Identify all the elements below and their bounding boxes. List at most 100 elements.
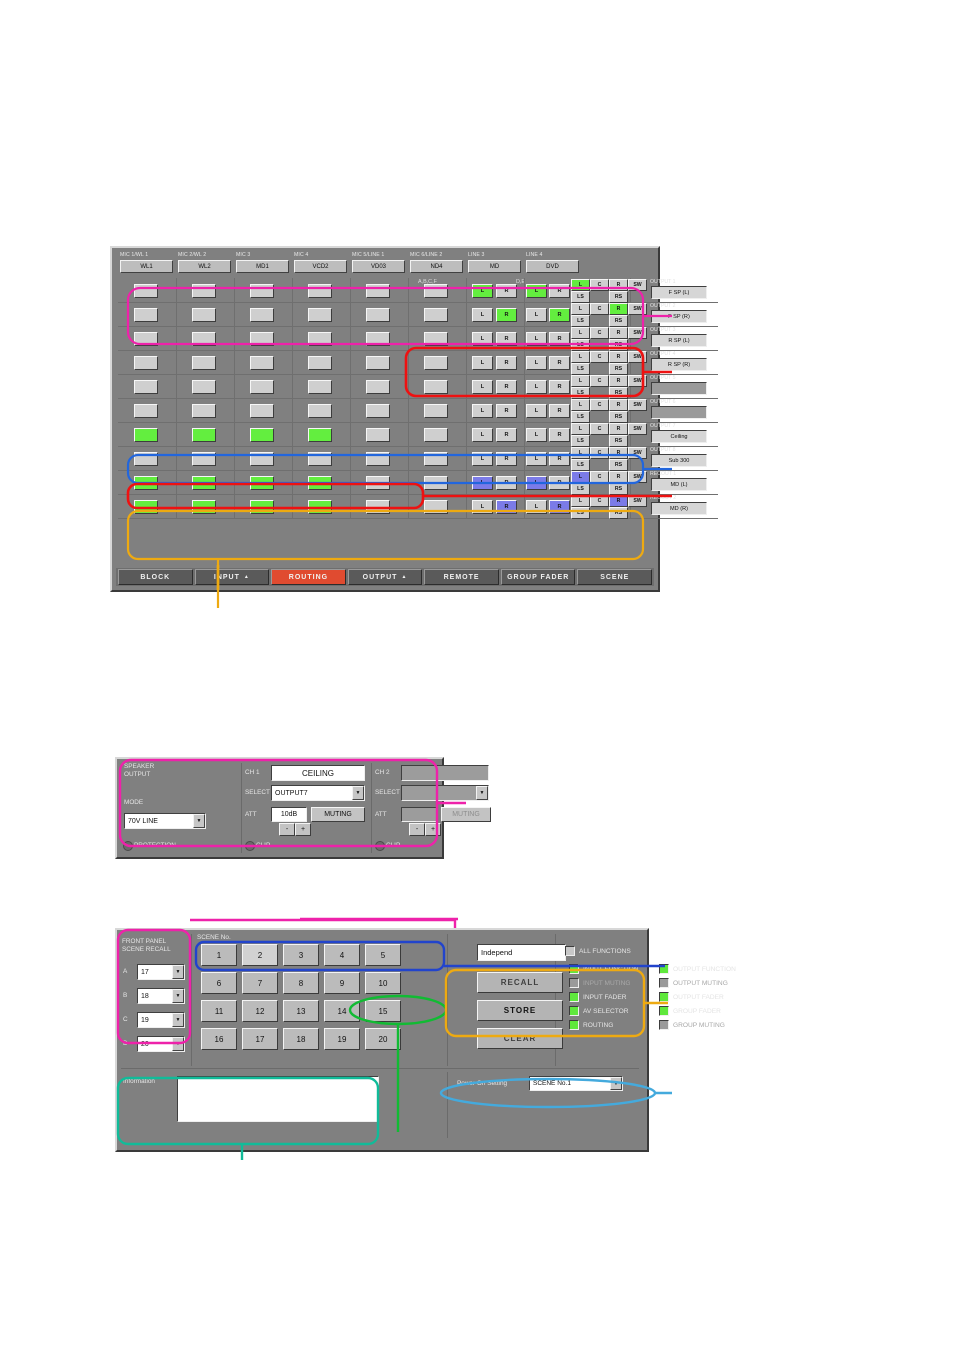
function-checkbox-row-left-4[interactable]: AV SELECTOR — [569, 1006, 629, 1016]
surround-sw-button[interactable]: SW — [628, 351, 647, 363]
crosspoint-button[interactable] — [308, 284, 332, 298]
line3-l-button[interactable]: L — [472, 428, 493, 442]
surround-l-button[interactable]: L — [571, 375, 590, 387]
line4-r-button[interactable]: R — [549, 476, 570, 490]
crosspoint-button[interactable] — [192, 356, 216, 370]
scene-button-19[interactable]: 19 — [324, 1028, 360, 1050]
tab-output[interactable]: OUTPUT ▲ — [347, 569, 423, 585]
line3-r-button[interactable]: R — [496, 500, 517, 514]
line3-l-button[interactable]: L — [472, 476, 493, 490]
line3-r-button[interactable]: R — [496, 476, 517, 490]
ch1-att-plus-button[interactable]: + — [295, 823, 311, 836]
crosspoint-button[interactable] — [424, 308, 448, 322]
screen-tab-bar[interactable]: BLOCK INPUT ▲ ROUTING OUTPUT ▲ REMOTE GROUP FAD… — [116, 568, 654, 586]
input-column-name[interactable]: MD1 — [236, 260, 289, 273]
ch2-att-value[interactable] — [401, 807, 437, 822]
tab-remote[interactable]: REMOTE — [424, 569, 499, 585]
crosspoint-button[interactable] — [192, 452, 216, 466]
surround-l-button[interactable]: L — [571, 279, 590, 291]
line3-r-button[interactable]: R — [496, 452, 517, 466]
crosspoint-button[interactable] — [134, 452, 158, 466]
scene-button-17[interactable]: 17 — [242, 1028, 278, 1050]
crosspoint-button[interactable] — [192, 380, 216, 394]
checkbox[interactable] — [659, 1006, 669, 1016]
scene-button-2[interactable]: 2 — [242, 944, 278, 966]
surround-sw-button[interactable]: SW — [628, 495, 647, 507]
output-name-field[interactable]: R SP (L) — [651, 334, 707, 347]
crosspoint-button[interactable] — [366, 356, 390, 370]
line3-r-button[interactable]: R — [496, 404, 517, 418]
scene-button-10[interactable]: 10 — [365, 972, 401, 994]
mode-select[interactable]: 70V LINE ▼ — [124, 813, 206, 829]
line4-r-button[interactable]: R — [549, 356, 570, 370]
input-column-name[interactable]: VD03 — [352, 260, 405, 273]
scene-button-9[interactable]: 9 — [324, 972, 360, 994]
line3-r-button[interactable]: R — [496, 284, 517, 298]
crosspoint-button[interactable] — [308, 404, 332, 418]
surround-c-button[interactable]: C — [590, 447, 609, 459]
crosspoint-button[interactable] — [134, 308, 158, 322]
scene-name-field[interactable]: Independ — [477, 944, 566, 961]
surround-r-button[interactable]: R — [609, 447, 628, 459]
scene-button-16[interactable]: 16 — [201, 1028, 237, 1050]
crosspoint-button[interactable] — [366, 332, 390, 346]
crosspoint-button[interactable] — [366, 452, 390, 466]
crosspoint-button[interactable] — [424, 428, 448, 442]
chevron-down-icon[interactable]: ▼ — [172, 1013, 184, 1027]
crosspoint-button[interactable] — [308, 500, 332, 514]
crosspoint-button[interactable] — [308, 428, 332, 442]
surround-r-button[interactable]: R — [609, 279, 628, 291]
surround-r-button[interactable]: R — [609, 375, 628, 387]
surround-c-button[interactable]: C — [590, 423, 609, 435]
output-name-field[interactable]: R SP (R) — [651, 358, 707, 371]
surround-r-button[interactable]: R — [609, 495, 628, 507]
line3-l-button[interactable]: L — [472, 308, 493, 322]
output-name-field[interactable]: F SP (L) — [651, 286, 707, 299]
crosspoint-button[interactable] — [250, 308, 274, 322]
output-name-field[interactable]: MD (L) — [651, 478, 707, 491]
scene-button-4[interactable]: 4 — [324, 944, 360, 966]
scene-button-5[interactable]: 5 — [365, 944, 401, 966]
front-panel-scene-select-D[interactable]: 20 ▼ — [137, 1036, 185, 1052]
surround-l-button[interactable]: L — [571, 303, 590, 315]
crosspoint-button[interactable] — [134, 404, 158, 418]
surround-r-button[interactable]: R — [609, 471, 628, 483]
crosspoint-button[interactable] — [366, 428, 390, 442]
surround-c-button[interactable]: C — [590, 399, 609, 411]
line4-l-button[interactable]: L — [526, 500, 547, 514]
crosspoint-button[interactable] — [424, 332, 448, 346]
crosspoint-button[interactable] — [192, 500, 216, 514]
crosspoint-button[interactable] — [424, 476, 448, 490]
store-button[interactable]: STORE — [477, 1000, 563, 1021]
crosspoint-button[interactable] — [134, 332, 158, 346]
function-checkbox-row-right-4[interactable]: GROUP FADER — [659, 1006, 721, 1016]
ch1-att-minus-button[interactable]: - — [279, 823, 295, 836]
crosspoint-button[interactable] — [424, 404, 448, 418]
clear-button[interactable]: CLEAR — [477, 1028, 563, 1049]
line4-l-button[interactable]: L — [526, 452, 547, 466]
crosspoint-button[interactable] — [424, 500, 448, 514]
line4-r-button[interactable]: R — [549, 500, 570, 514]
surround-l-button[interactable]: L — [571, 327, 590, 339]
function-checkbox-row-right-1[interactable]: OUTPUT FUNCTION — [659, 964, 736, 974]
output-name-field[interactable]: MD (R) — [651, 502, 707, 515]
crosspoint-button[interactable] — [366, 476, 390, 490]
crosspoint-button[interactable] — [308, 332, 332, 346]
surround-r-button[interactable]: R — [609, 399, 628, 411]
input-column-name[interactable]: VCD2 — [294, 260, 347, 273]
chevron-down-icon[interactable]: ▼ — [172, 1037, 184, 1051]
checkbox[interactable] — [569, 992, 579, 1002]
surround-sw-button[interactable]: SW — [628, 279, 647, 291]
crosspoint-button[interactable] — [250, 476, 274, 490]
line4-r-button[interactable]: R — [549, 404, 570, 418]
surround-c-button[interactable]: C — [590, 303, 609, 315]
crosspoint-button[interactable] — [250, 380, 274, 394]
line3-l-button[interactable]: L — [472, 380, 493, 394]
ch2-name-field[interactable] — [401, 765, 489, 781]
scene-button-11[interactable]: 11 — [201, 1000, 237, 1022]
line3-r-button[interactable]: R — [496, 380, 517, 394]
surround-c-button[interactable]: C — [590, 495, 609, 507]
line3-r-button[interactable]: R — [496, 308, 517, 322]
tab-input[interactable]: INPUT ▲ — [194, 569, 270, 585]
surround-sw-button[interactable]: SW — [628, 471, 647, 483]
